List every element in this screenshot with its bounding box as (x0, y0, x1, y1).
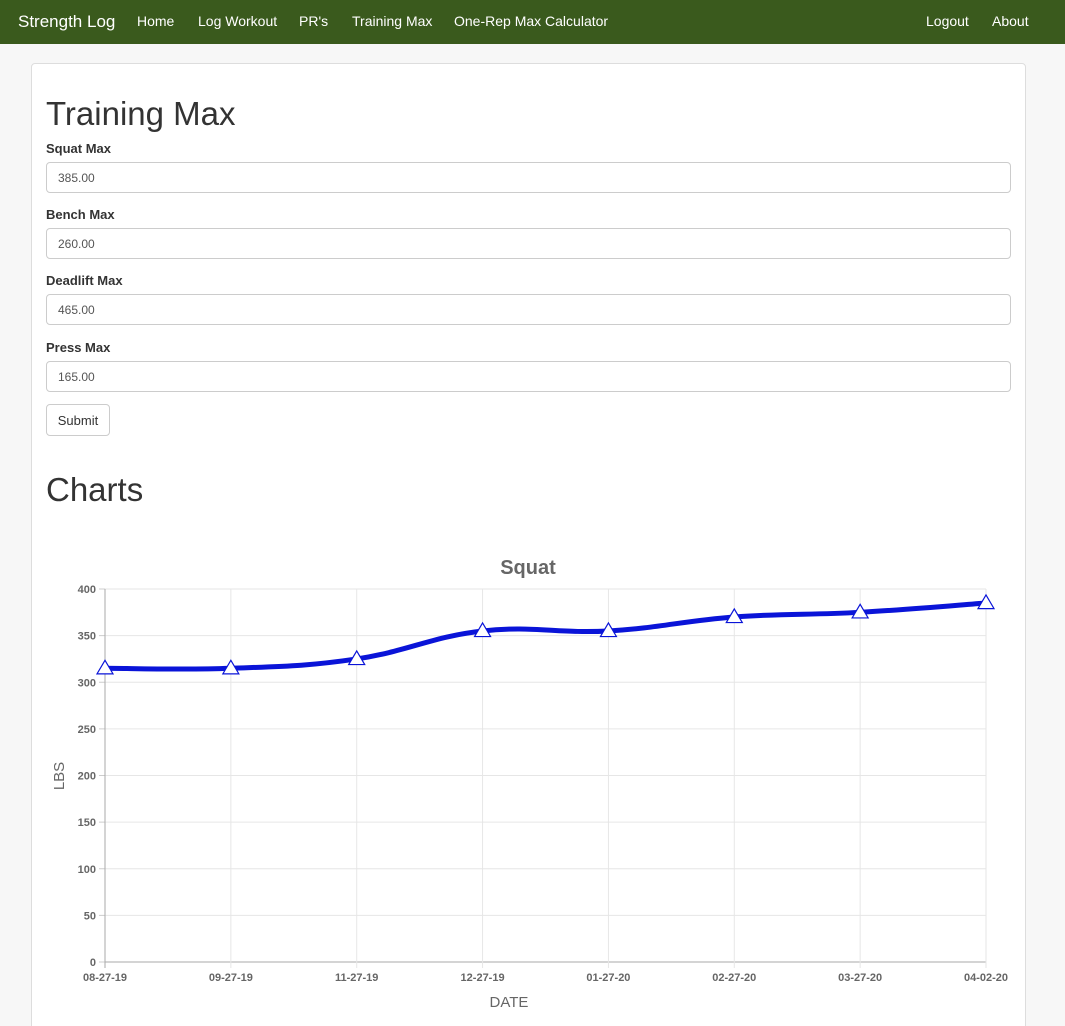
y-tick-label: 200 (78, 771, 96, 783)
x-tick-label: 03-27-20 (838, 972, 882, 984)
y-tick-label: 400 (78, 584, 96, 596)
y-tick-label: 0 (90, 957, 96, 969)
y-axis-title: LBS (51, 762, 68, 790)
x-tick-label: 02-27-20 (712, 972, 756, 984)
nav-one-rep-max-calculator[interactable]: One-Rep Max Calculator (454, 0, 608, 44)
chart-grid (99, 588, 987, 968)
navbar: Strength Log Home Log Workout PR's Train… (0, 0, 1065, 44)
deadlift-max-input[interactable] (46, 294, 1011, 325)
nav-training-max[interactable]: Training Max (352, 0, 432, 44)
press-max-label: Press Max (46, 340, 111, 355)
nav-about[interactable]: About (992, 0, 1029, 44)
x-tick-label: 11-27-19 (335, 972, 378, 984)
brand-link[interactable]: Strength Log (18, 0, 115, 44)
bench-max-label: Bench Max (46, 207, 115, 222)
squat-chart: Squat DATE LBS 050100150200250300350400 … (51, 557, 1008, 1011)
charts-heading: Charts (46, 471, 144, 508)
nav-log-workout[interactable]: Log Workout (198, 0, 277, 44)
y-axis-ticks: 0 50 100 150 200 250 300 350 400 (78, 584, 96, 969)
x-axis-ticks: 08-27-19 09-27-19 11-27-19 12-27-19 01-27-20… (83, 972, 1008, 984)
training-max-heading: Training Max (46, 95, 236, 132)
y-tick-label: 150 (78, 817, 96, 829)
x-tick-label: 09-27-19 (209, 972, 253, 984)
press-max-input[interactable] (46, 361, 1011, 392)
x-tick-label: 12-27-19 (461, 972, 505, 984)
squat-max-label: Squat Max (46, 141, 112, 156)
squat-max-input[interactable] (46, 162, 1011, 193)
y-tick-label: 50 (84, 910, 96, 922)
y-tick-label: 350 (78, 631, 96, 643)
y-tick-label: 250 (78, 724, 96, 736)
nav-logout[interactable]: Logout (926, 0, 969, 44)
y-tick-label: 100 (78, 864, 96, 876)
nav-home[interactable]: Home (137, 0, 174, 44)
bench-max-input[interactable] (46, 228, 1011, 259)
submit-button[interactable]: Submit (46, 404, 110, 436)
y-tick-label: 300 (78, 677, 96, 689)
x-axis-title: DATE (490, 994, 529, 1011)
x-tick-label: 01-27-20 (586, 972, 630, 984)
deadlift-max-label: Deadlift Max (46, 273, 123, 288)
nav-prs[interactable]: PR's (299, 0, 328, 44)
x-tick-label: 08-27-19 (83, 972, 127, 984)
x-tick-label: 04-02-20 (964, 972, 1008, 984)
data-points (95, 593, 996, 675)
chart-title: Squat (500, 557, 556, 579)
